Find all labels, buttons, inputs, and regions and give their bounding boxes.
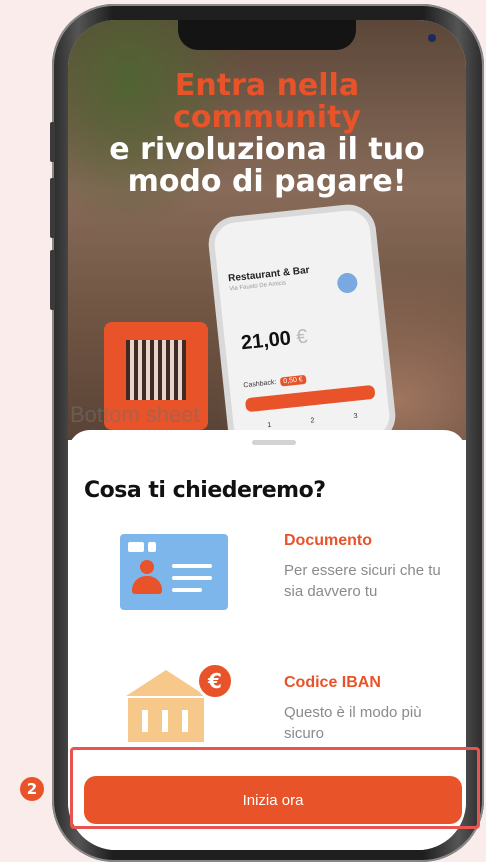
mock-amount-value: 21,00 (239, 327, 293, 355)
side-button (50, 178, 55, 238)
app-screen: Restaurant & Bar Via Fausto De Amicis 21… (68, 20, 466, 850)
phone-notch (178, 20, 436, 50)
sheet-title: Cosa ti chiederemo? (84, 478, 326, 503)
highlight-box (70, 747, 480, 829)
avatar (336, 272, 359, 294)
mock-amount: 21,00 € (240, 326, 309, 356)
sheet-drag-handle[interactable] (252, 440, 296, 445)
side-button (50, 122, 55, 162)
hero-image: Restaurant & Bar Via Fausto De Amicis 21… (68, 20, 466, 459)
item-desc-documento: Per essere sicuri che tu sia davvero tu (284, 562, 441, 600)
item-desc-iban: Questo è il modo più sicuro (284, 704, 422, 742)
hero-title-line2: community (173, 100, 361, 135)
euro-icon: € (196, 662, 234, 700)
mock-keypad: 1 2 3 (248, 411, 378, 432)
step-number-badge: 2 (20, 777, 44, 801)
item-title-documento: Documento (284, 532, 372, 549)
mock-cashback-value: 0,50 € (279, 374, 307, 387)
hero-title-line4: modo di pagare! (127, 164, 407, 199)
mock-key: 1 (267, 421, 272, 430)
id-card-icon (120, 534, 228, 610)
mock-currency: € (295, 325, 309, 349)
mock-pay-button (244, 384, 376, 413)
camera-icon (428, 34, 436, 42)
hero-title-line1: Entra nella (174, 68, 360, 103)
phone-mockup: Restaurant & Bar Via Fausto De Amicis 21… (205, 201, 399, 459)
hero-title-line3: e rivoluziona il tuo (109, 132, 425, 167)
watermark-text: Bottom sheet (70, 402, 200, 427)
item-title-iban: Codice IBAN (284, 674, 381, 691)
side-button (50, 250, 55, 310)
mock-cashback: Cashback: 0,50 € (243, 374, 307, 390)
mock-cashback-label: Cashback: (243, 378, 277, 390)
mock-key: 3 (353, 412, 358, 421)
mock-key: 2 (310, 417, 315, 425)
bank-euro-icon: € (122, 662, 234, 752)
hero-title: Entra nella community e rivoluziona il t… (68, 70, 466, 198)
qr-code-icon (126, 340, 186, 400)
